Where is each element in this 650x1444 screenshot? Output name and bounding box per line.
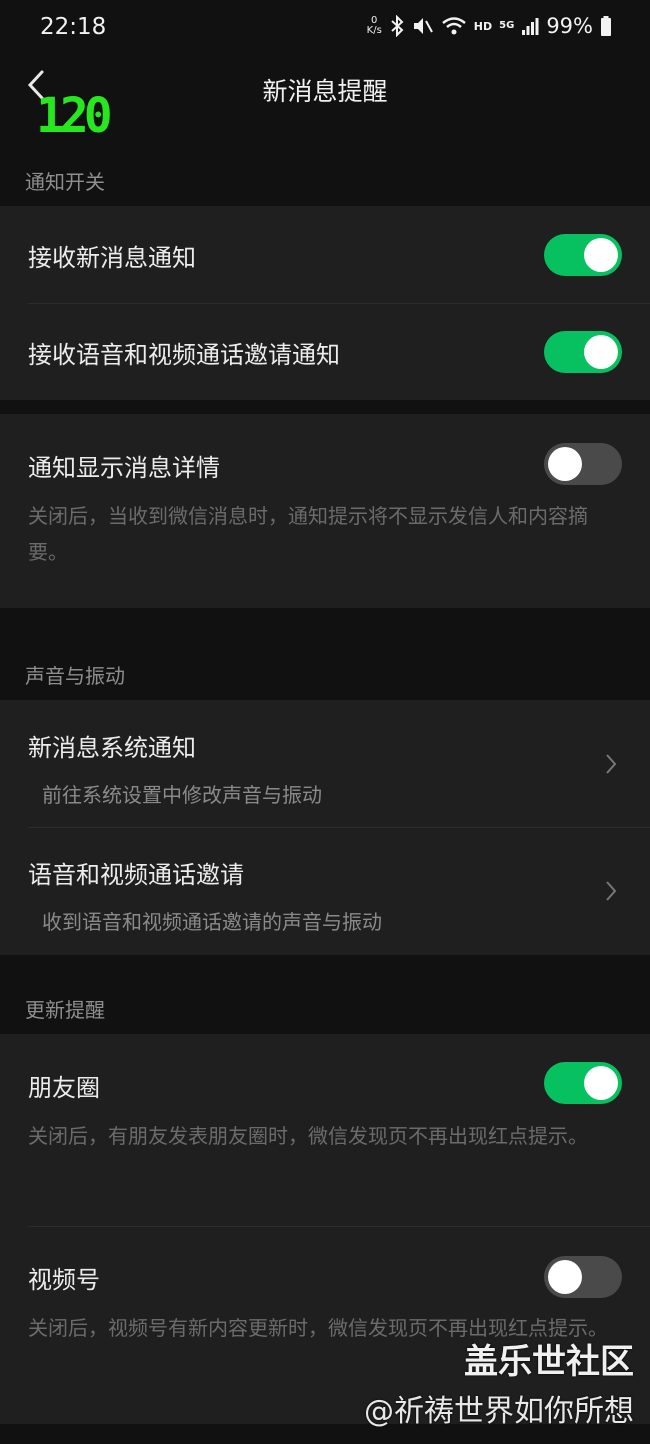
toggle-knob [584,1066,618,1100]
battery-percent: 99% [546,14,593,38]
system-notify-subtitle: 前往系统设置中修改声音与振动 [42,783,322,807]
section-header-sound: 声音与振动 [25,664,125,688]
signal-icon [522,18,539,35]
page-title: 新消息提醒 [262,77,388,106]
receive-new-message-toggle[interactable] [544,234,622,276]
show-details-label: 通知显示消息详情 [28,454,220,482]
show-details-group: 通知显示消息详情 关闭后，当收到微信消息时，通知提示将不显示发信人和内容摘要。 [0,414,650,608]
show-details-description: 关闭后，当收到微信消息时，通知提示将不显示发信人和内容摘要。 [28,504,588,564]
receive-call-invite-label: 接收语音和视频通话邀请通知 [28,341,340,369]
show-details-row[interactable]: 通知显示消息详情 关闭后，当收到微信消息时，通知提示将不显示发信人和内容摘要。 [0,414,650,608]
watermark-user: @祈祷世界如你所想 [364,1394,634,1429]
toggle-knob [584,335,618,369]
net-speed: 0 K/s [367,16,382,36]
mute-icon [413,18,433,34]
chevron-right-icon [606,881,617,901]
toggle-knob [584,238,618,272]
system-notify-row[interactable]: 新消息系统通知 前往系统设置中修改声音与振动 [0,700,650,827]
channels-label: 视频号 [28,1266,100,1294]
receive-call-invite-row[interactable]: 接收语音和视频通话邀请通知 [0,303,650,400]
moments-label: 朋友圈 [28,1074,100,1102]
sound-group: 新消息系统通知 前往系统设置中修改声音与振动 语音和视频通话邀请 收到语音和视频… [0,700,650,955]
hd-indicator: HD [473,19,493,33]
nav-bar: 120 新消息提醒 [0,58,650,144]
receive-call-invite-toggle[interactable] [544,331,622,373]
notify-group: 接收新消息通知 接收语音和视频通话邀请通知 [0,206,650,400]
status-icons: 0 K/s HD 5G 99% [367,14,612,38]
moments-row[interactable]: 朋友圈 关闭后，有朋友发表朋友圈时，微信发现页不再出现红点提示。 [0,1034,650,1226]
bluetooth-icon [391,15,404,37]
status-bar: 22:18 0 K/s HD 5G 99% [0,0,650,58]
battery-icon [601,16,611,36]
chevron-right-icon [606,754,617,774]
call-invite-sound-label: 语音和视频通话邀请 [28,861,244,889]
receive-new-message-row[interactable]: 接收新消息通知 [0,206,650,303]
channels-toggle[interactable] [544,1256,622,1298]
section-header-notify: 通知开关 [25,170,105,194]
system-notify-label: 新消息系统通知 [28,734,196,762]
call-invite-sound-subtitle: 收到语音和视频通话邀请的声音与振动 [42,910,382,934]
moments-toggle[interactable] [544,1062,622,1104]
toggle-knob [548,447,582,481]
network-type: 5G [499,20,515,31]
net-speed-unit: K/s [366,25,382,36]
toggle-knob [548,1260,582,1294]
receive-new-message-label: 接收新消息通知 [28,244,196,272]
status-time: 22:18 [40,14,107,40]
call-invite-sound-row[interactable]: 语音和视频通话邀请 收到语音和视频通话邀请的声音与振动 [0,827,650,955]
watermark-brand: 盖乐世社区 [464,1342,634,1382]
moments-description: 关闭后，有朋友发表朋友圈时，微信发现页不再出现红点提示。 [28,1124,588,1148]
show-details-toggle[interactable] [544,443,622,485]
section-header-update: 更新提醒 [25,998,105,1022]
wifi-icon [442,17,466,35]
